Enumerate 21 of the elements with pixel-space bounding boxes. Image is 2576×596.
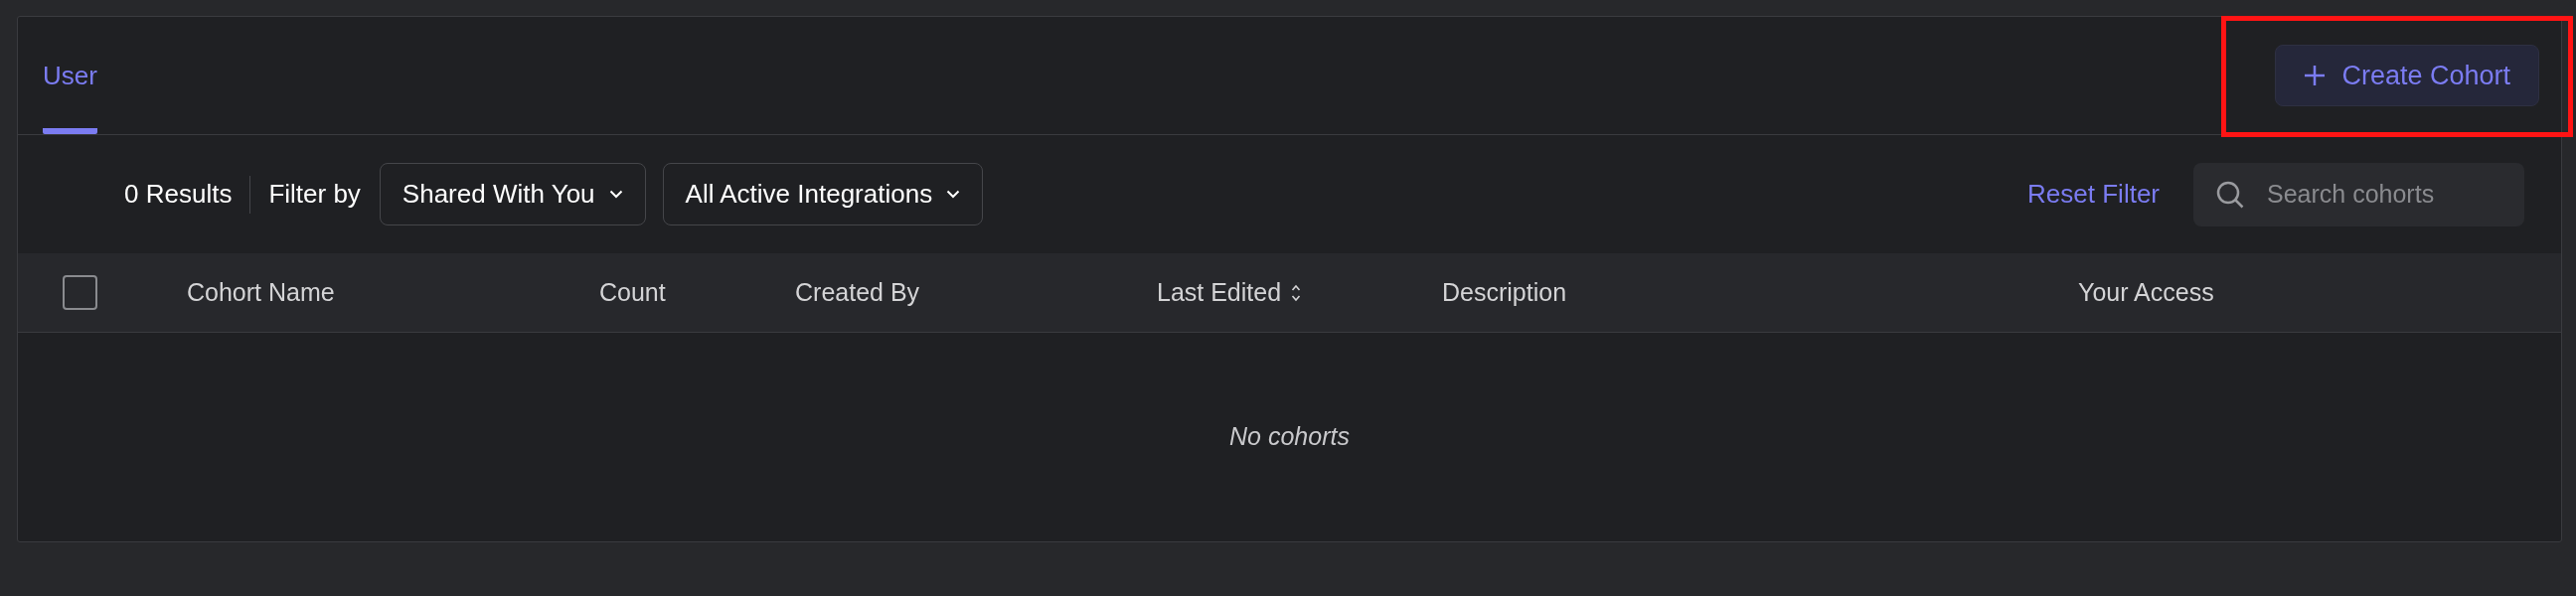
column-header[interactable]: Last Edited — [1157, 273, 1282, 312]
results-count: 0 Results — [124, 178, 233, 211]
tab[interactable]: User — [43, 17, 97, 134]
sort-icon[interactable] — [1291, 283, 1302, 302]
chevron-down-icon — [608, 190, 623, 199]
select-all-checkbox[interactable] — [63, 275, 97, 310]
column-header: Cohort Name — [187, 276, 335, 308]
empty-message: No cohorts — [1229, 421, 1350, 453]
column-header: Created By — [795, 276, 920, 308]
plus-icon — [2304, 65, 2327, 86]
column-header: Description — [1442, 276, 1567, 308]
search-icon — [2215, 179, 2245, 210]
reset-filter-link[interactable]: Reset Filter — [2027, 175, 2160, 214]
filter-dropdown[interactable]: All Active Integrations — [662, 163, 984, 225]
filter-label: Filter by — [268, 178, 361, 211]
chevron-down-icon — [946, 190, 961, 199]
filter-dropdown[interactable]: Shared With You — [379, 163, 646, 225]
search-field[interactable]: Search cohorts — [2193, 162, 2524, 226]
create-cohort-button[interactable]: Create Cohort — [2275, 45, 2539, 106]
column-header: Your Access — [2078, 276, 2214, 308]
column-header: Count — [599, 276, 666, 308]
